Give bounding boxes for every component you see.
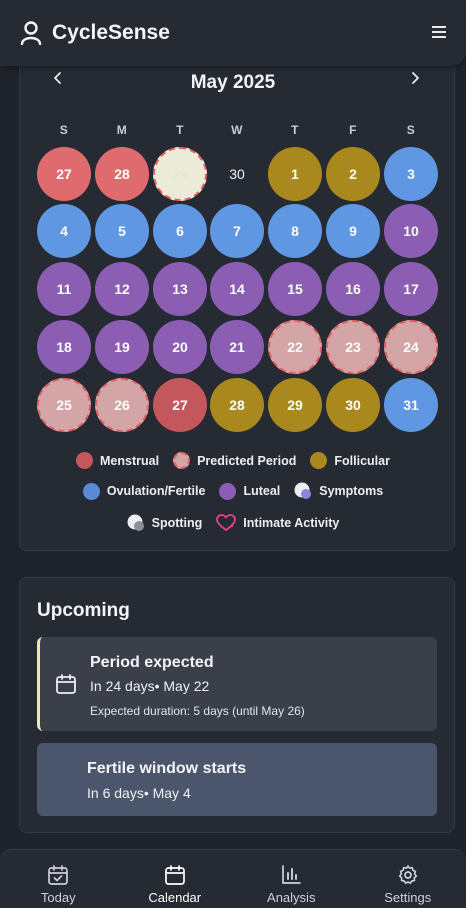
legend-label: Luteal xyxy=(243,484,281,498)
calendar-day[interactable]: 24 xyxy=(384,320,438,374)
calendar-day[interactable]: 26 xyxy=(95,378,149,432)
calendar-day[interactable]: 17 xyxy=(384,262,438,316)
calendar-day[interactable]: 22 xyxy=(268,320,322,374)
legend-label: Symptoms xyxy=(319,484,384,498)
chevron-right-icon xyxy=(412,72,419,84)
calendar-day[interactable]: 11 xyxy=(37,262,91,316)
calendar-day[interactable]: 27 xyxy=(37,147,91,201)
calendar-day[interactable]: 15 xyxy=(268,262,322,316)
legend-row-2: Ovulation/Fertile Luteal Symptoms xyxy=(0,482,466,500)
legend-luteal: Luteal xyxy=(219,482,281,500)
weekday-label: S xyxy=(406,123,416,137)
calendar-day[interactable]: 6 xyxy=(153,204,207,258)
legend-ovulation: Ovulation/Fertile xyxy=(82,482,206,500)
weekday-label: W xyxy=(231,123,243,137)
spotting-dot-icon xyxy=(127,514,144,531)
calendar-day[interactable]: 25 xyxy=(37,378,91,432)
gear-icon xyxy=(398,865,417,884)
nav-label: Calendar xyxy=(148,890,202,905)
event-title: Period expected xyxy=(90,654,214,671)
calendar-day[interactable]: 5 xyxy=(95,204,149,258)
legend-label: Intimate Activity xyxy=(243,516,340,530)
event-fertile-window[interactable]: Fertile window starts In 6 days• May 4 xyxy=(37,743,437,816)
user-icon xyxy=(20,21,42,45)
calendar-day[interactable]: 3 xyxy=(384,147,438,201)
weekday-label: T xyxy=(291,123,299,137)
calendar-day[interactable]: 23 xyxy=(326,320,380,374)
calendar-day[interactable]: 10 xyxy=(384,204,438,258)
calendar-day[interactable]: 20 xyxy=(153,320,207,374)
menu-icon[interactable] xyxy=(432,25,446,39)
calendar-day[interactable]: 16 xyxy=(326,262,380,316)
app-header: CycleSense xyxy=(0,0,466,66)
calendar-day[interactable]: 30 xyxy=(326,378,380,432)
calendar-day[interactable]: 28 xyxy=(95,147,149,201)
event-title: Fertile window starts xyxy=(87,760,247,777)
legend-label: Spotting xyxy=(151,516,203,530)
calendar-day[interactable]: 13 xyxy=(153,262,207,316)
app-title: CycleSense xyxy=(52,21,170,44)
nav-analysis[interactable]: Analysis xyxy=(233,850,350,908)
calendar-day[interactable]: 27 xyxy=(153,378,207,432)
calendar-icon xyxy=(56,674,76,694)
bottom-navigation: Today Calendar Analysis Settings xyxy=(0,849,466,908)
legend-label: Predicted Period xyxy=(197,453,297,468)
calendar-day[interactable]: 9 xyxy=(326,204,380,258)
bar-chart-icon xyxy=(282,865,302,884)
legend-label: Ovulation/Fertile xyxy=(106,484,206,498)
legend-row-3: Spotting Intimate Activity xyxy=(0,514,466,532)
calendar-day[interactable]: 14 xyxy=(210,262,264,316)
heart-icon xyxy=(216,514,237,531)
calendar-check-icon xyxy=(48,865,69,885)
legend-intimate: Intimate Activity xyxy=(216,514,339,532)
calendar-day[interactable]: 31 xyxy=(384,378,438,432)
weekday-label: M xyxy=(116,123,128,137)
event-subtitle: In 24 days• May 22 xyxy=(90,678,210,694)
upcoming-title: Upcoming xyxy=(37,600,130,621)
luteal-dot-icon xyxy=(219,482,237,500)
calendar-day[interactable]: 29 xyxy=(153,147,207,201)
weekday-label: T xyxy=(176,123,184,137)
calendar-day[interactable]: 12 xyxy=(95,262,149,316)
symptoms-dot-icon xyxy=(294,482,312,499)
calendar-day[interactable]: 19 xyxy=(95,320,149,374)
nav-calendar[interactable]: Calendar xyxy=(117,850,234,908)
legend-menstrual: Menstrual xyxy=(76,452,159,469)
event-note: Expected duration: 5 days (until May 26) xyxy=(90,704,305,718)
calendar-day[interactable]: 30 xyxy=(210,147,264,201)
nav-label: Today xyxy=(40,890,76,905)
predicted-dot-icon xyxy=(173,452,191,469)
nav-label: Settings xyxy=(384,890,432,905)
calendar-day[interactable]: 18 xyxy=(37,320,91,374)
event-subtitle: In 6 days• May 4 xyxy=(87,785,191,801)
calendar-day[interactable]: 28 xyxy=(210,378,264,432)
legend-row-1: Menstrual Predicted Period Follicular xyxy=(0,452,466,469)
legend-label: Menstrual xyxy=(100,453,160,468)
weekday-label: S xyxy=(59,123,69,137)
calendar-day[interactable]: 4 xyxy=(37,204,91,258)
legend-predicted: Predicted Period xyxy=(173,452,296,469)
legend-symptoms: Symptoms xyxy=(294,482,383,500)
next-month-button[interactable] xyxy=(405,66,425,90)
follicular-dot-icon xyxy=(310,452,328,469)
calendar-day[interactable]: 1 xyxy=(268,147,322,201)
nav-today[interactable]: Today xyxy=(0,850,117,908)
calendar-day[interactable]: 7 xyxy=(210,204,264,258)
calendar-day[interactable]: 29 xyxy=(268,378,322,432)
calendar-day[interactable]: 21 xyxy=(210,320,264,374)
legend-spotting: Spotting xyxy=(127,514,203,532)
nav-settings[interactable]: Settings xyxy=(350,850,466,908)
calendar-day[interactable]: 8 xyxy=(268,204,322,258)
ovulation-dot-icon xyxy=(82,482,100,500)
menstrual-dot-icon xyxy=(76,452,94,469)
calendar-icon xyxy=(164,865,185,885)
legend-follicular: Follicular xyxy=(310,452,390,469)
weekday-label: F xyxy=(349,123,357,137)
month-title: May 2025 xyxy=(190,72,276,93)
event-period-expected[interactable]: Period expected In 24 days• May 22 Expec… xyxy=(37,637,437,731)
nav-label: Analysis xyxy=(267,890,316,905)
legend-label: Follicular xyxy=(334,453,390,468)
calendar-day[interactable]: 2 xyxy=(326,147,380,201)
